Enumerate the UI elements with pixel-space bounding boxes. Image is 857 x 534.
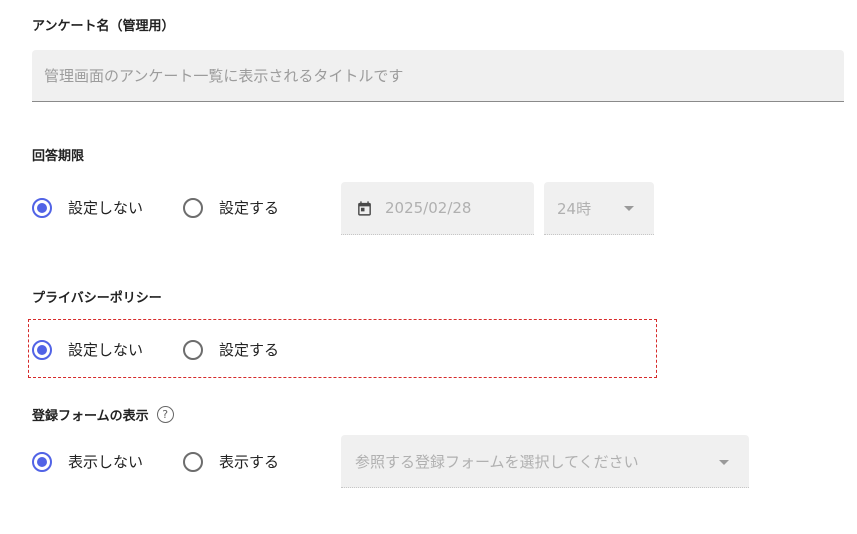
radio-checked-icon[interactable] [32,339,52,360]
deadline-radio-group: 設定しない 設定する [32,197,279,218]
registration-option-show[interactable]: 表示する [183,451,279,472]
radio-unchecked-icon[interactable] [183,339,204,360]
registration-form-label-row: 登録フォームの表示 ? [32,405,174,424]
deadline-option-none-label: 設定しない [68,199,144,217]
chevron-down-icon [719,460,729,465]
deadline-date-field[interactable]: 2025/02/28 [341,182,534,235]
privacy-option-set[interactable]: 設定する [183,339,279,360]
radio-unchecked-icon[interactable] [183,197,204,218]
privacy-policy-radio-group: 設定しない 設定する [32,339,279,360]
registration-form-select[interactable]: 参照する登録フォームを選択してください [341,435,749,488]
deadline-hour-value: 24時 [557,199,592,218]
chevron-down-icon [624,206,634,211]
privacy-option-none[interactable]: 設定しない [32,339,183,360]
radio-checked-icon[interactable] [32,197,52,218]
survey-name-field[interactable] [32,50,844,102]
registration-form-select-placeholder: 参照する登録フォームを選択してください [355,452,639,471]
deadline-hour-select[interactable]: 24時 [544,182,654,235]
survey-name-input[interactable] [32,50,844,101]
registration-option-hide[interactable]: 表示しない [32,451,183,472]
registration-form-label: 登録フォームの表示 [32,409,149,424]
privacy-policy-label: プライバシーポリシー [32,291,162,306]
deadline-option-none[interactable]: 設定しない [32,197,183,218]
registration-option-show-label: 表示する [219,453,280,471]
radio-checked-icon[interactable] [32,451,52,472]
calendar-icon [358,200,371,216]
registration-option-hide-label: 表示しない [68,453,144,471]
survey-name-label: アンケート名（管理用） [32,19,175,34]
deadline-date-value: 2025/02/28 [385,199,472,217]
deadline-label: 回答期限 [32,149,85,164]
help-icon[interactable]: ? [156,406,174,423]
radio-unchecked-icon[interactable] [183,451,204,472]
privacy-option-none-label: 設定しない [68,341,144,359]
registration-form-radio-group: 表示しない 表示する [32,451,279,472]
privacy-option-set-label: 設定する [219,341,280,359]
deadline-option-set[interactable]: 設定する [183,197,279,218]
deadline-option-set-label: 設定する [219,199,280,217]
